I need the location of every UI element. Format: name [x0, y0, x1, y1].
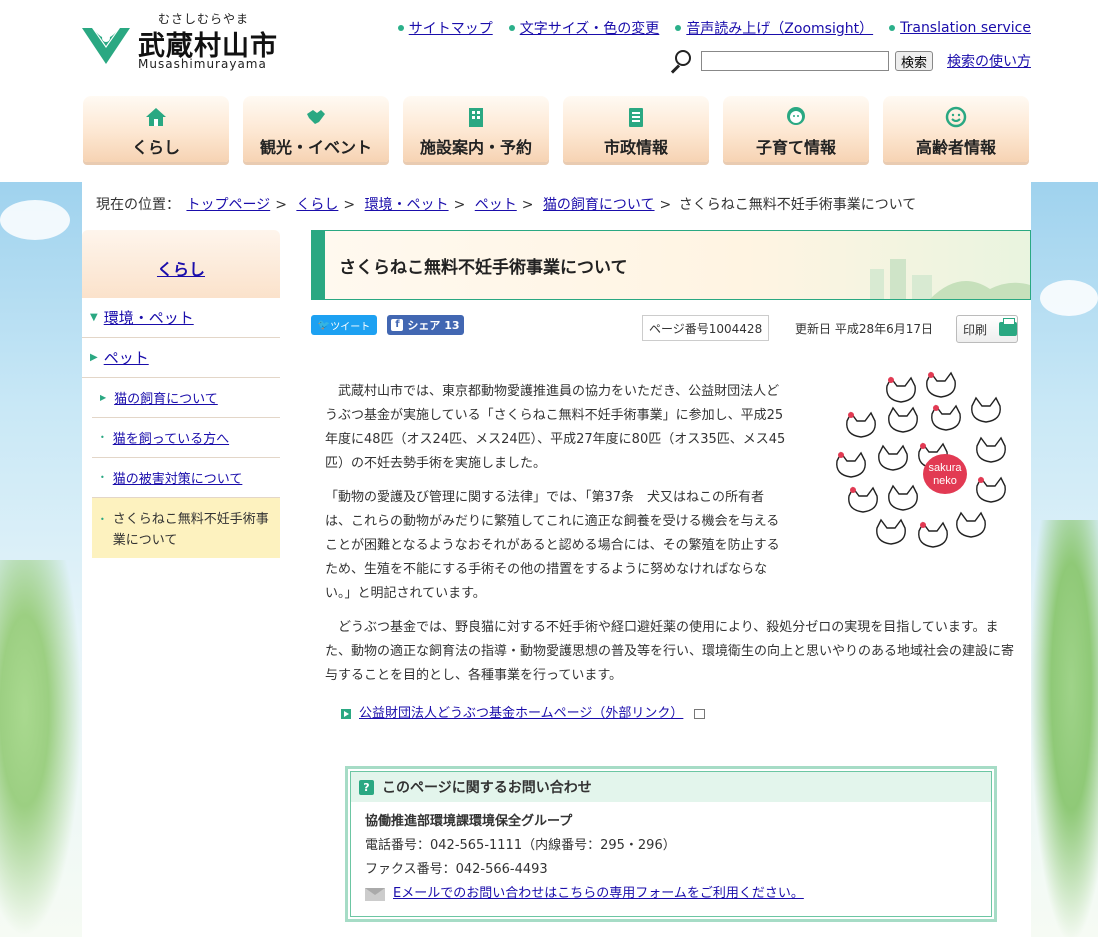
- sakura-neko-illustration: sakura neko: [832, 371, 1012, 552]
- baby-icon: [787, 107, 805, 125]
- nav-shisetsu[interactable]: 施設案内・予約: [403, 96, 549, 162]
- util-link-translation[interactable]: Translation service: [889, 18, 1031, 38]
- breadcrumb-link-kurashi[interactable]: くらし: [296, 197, 338, 213]
- external-link-fund[interactable]: 公益財団法人どうぶつ基金ホームページ（外部リンク）: [359, 702, 683, 726]
- breadcrumb: 現在の位置： トップページ > くらし > 環境・ペット > ペット > 猫の飼育につい…: [96, 197, 917, 213]
- sidebar-heading: くらし: [82, 230, 280, 298]
- nav-koreisha[interactable]: 高齢者情報: [883, 96, 1029, 162]
- utility-links: サイトマップ 文字サイズ・色の変更 音声読み上げ（Zoomsight） Tran…: [397, 18, 1031, 38]
- arrow-right-icon: ▶: [90, 352, 98, 363]
- cloud: [1040, 280, 1098, 316]
- arrow-down-icon: ▼: [90, 312, 98, 323]
- social-buttons: 🐦 ツイート f シェア 13: [311, 315, 464, 335]
- contact-dept: 協働推進部環境課環境保全グループ: [365, 814, 573, 829]
- site-logo[interactable]: むさしむらやま 武蔵村山市 Musashimurayama: [80, 10, 280, 74]
- sidebar-heading-link[interactable]: くらし: [157, 260, 205, 279]
- logo-roman: Musashimurayama: [138, 57, 267, 71]
- sidebar-item-kankyo[interactable]: ▼ 環境・ペット: [82, 298, 280, 338]
- sidebar-subitem-cat-care[interactable]: ▶ 猫の飼育について: [92, 378, 280, 418]
- contact-fax: ファクス番号：042-566-4493: [365, 862, 548, 877]
- main-content: さくらねこ無料不妊手術事業について 🐦 ツイート f シェア 13 ページ番号100…: [311, 230, 1031, 922]
- page-number: ページ番号1004428: [642, 315, 770, 341]
- page-title: さくらねこ無料不妊手術事業について: [311, 230, 1031, 300]
- printer-icon: [999, 318, 1017, 336]
- mail-icon: [365, 887, 385, 901]
- handshake-icon: [307, 110, 325, 124]
- arrow-right-icon: •: [100, 433, 105, 442]
- breadcrumb-current: さくらねこ無料不妊手術事業について: [678, 197, 917, 213]
- sidebar-subitem-current: • さくらねこ無料不妊手術事業について: [92, 498, 280, 558]
- contact-box: ? このページに関するお問い合わせ 協働推進部環境課環境保全グループ 電話番号：…: [345, 766, 997, 922]
- breadcrumb-link-top[interactable]: トップページ: [186, 197, 270, 213]
- search-button[interactable]: 検索: [894, 51, 933, 71]
- bullet-icon: [889, 25, 896, 31]
- nav-kurashi[interactable]: くらし: [83, 96, 229, 162]
- bullet-icon: [397, 25, 404, 31]
- twitter-icon: 🐦: [317, 319, 331, 331]
- sidebar-subitem-cat-damage[interactable]: • 猫の被害対策について: [92, 458, 280, 498]
- nav-kosodate[interactable]: 子育て情報: [723, 96, 869, 162]
- arrow-right-icon: ▶: [100, 393, 107, 402]
- town-illustration: [870, 259, 1030, 299]
- external-link-row: 公益財団法人どうぶつ基金ホームページ（外部リンク）: [341, 702, 1022, 726]
- question-icon: ?: [359, 779, 374, 795]
- print-button[interactable]: 印刷: [956, 315, 1018, 343]
- sidebar-item-pet[interactable]: ▶ ペット: [82, 338, 280, 378]
- paragraph-law: 「動物の愛護及び管理に関する法律」では、「第37条 犬又はねこの所有者は、これら…: [325, 490, 780, 601]
- util-link-font-size[interactable]: 文字サイズ・色の変更: [508, 18, 659, 38]
- nav-kanko-event[interactable]: 観光・イベント: [243, 96, 389, 162]
- site-header: むさしむらやま 武蔵村山市 Musashimurayama サイトマップ 文字サ…: [0, 0, 1098, 182]
- contact-heading: ? このページに関するお問い合わせ: [351, 772, 991, 802]
- background-tree-right: [1031, 520, 1098, 937]
- breadcrumb-link-cat[interactable]: 猫の飼育について: [543, 197, 655, 213]
- external-window-icon: [694, 709, 706, 719]
- contact-mail-row: Eメールでのお問い合わせはこちらの専用フォームをご利用ください。: [365, 882, 977, 906]
- page-body: 現在の位置： トップページ > くらし > 環境・ペット > ペット > 猫の飼育につい…: [82, 182, 1031, 937]
- paragraph-intro: 武蔵村山市では、東京都動物愛護推進員の協力をいただき、公益財団法人どうぶつ基金が…: [325, 384, 786, 471]
- global-nav: くらし 観光・イベント 施設案内・予約 市政情報 子育て情報 高齢者情報: [83, 96, 1029, 162]
- util-link-zoomsight[interactable]: 音声読み上げ（Zoomsight）: [675, 18, 873, 38]
- arrow-right-icon: •: [100, 515, 105, 524]
- contact-mail-link[interactable]: Eメールでのお問い合わせはこちらの専用フォームをご利用ください。: [393, 882, 804, 906]
- cat-badge-line-1: sakura: [928, 462, 962, 474]
- nav-shisei[interactable]: 市政情報: [563, 96, 709, 162]
- building-icon: [469, 108, 483, 127]
- site-search: 検索 検索の使い方: [667, 48, 1031, 74]
- breadcrumb-link-pet[interactable]: ペット: [475, 197, 517, 213]
- paragraph-fund: どうぶつ基金では、野良猫に対する不妊手術や経口避妊薬の使用により、殺処分ゼロの実…: [325, 620, 1015, 683]
- contact-tel: 電話番号：042-565-1111（内線番号：295・296）: [365, 838, 676, 853]
- contact-body: 協働推進部環境課環境保全グループ 電話番号：042-565-1111（内線番号：…: [351, 802, 991, 916]
- updated-date: 更新日 平成28年6月17日: [795, 322, 933, 336]
- link-arrow-icon: [341, 709, 351, 719]
- facebook-icon: f: [391, 319, 404, 331]
- arrow-right-icon: •: [100, 473, 105, 482]
- util-link-sitemap[interactable]: サイトマップ: [397, 18, 493, 38]
- home-icon: [146, 108, 166, 126]
- sidebar: くらし ▼ 環境・ペット ▶ ペット ▶ 猫の飼育について • 猫を飼っている方…: [82, 230, 280, 558]
- document-icon: [629, 108, 643, 127]
- bullet-icon: [675, 25, 682, 31]
- tweet-button[interactable]: 🐦 ツイート: [311, 315, 377, 335]
- search-icon: [667, 48, 695, 74]
- smile-face-icon: [945, 106, 967, 128]
- cloud: [0, 200, 70, 240]
- sidebar-subitem-cat-owners[interactable]: • 猫を飼っている方へ: [92, 418, 280, 458]
- city-emblem-icon: [82, 28, 130, 64]
- search-input[interactable]: [700, 51, 889, 71]
- facebook-share-button[interactable]: f シェア 13: [387, 315, 464, 335]
- search-help-link[interactable]: 検索の使い方: [947, 51, 1031, 71]
- background-tree-left: [0, 560, 82, 937]
- bullet-icon: [508, 25, 515, 31]
- cat-badge-line-2: neko: [933, 475, 957, 487]
- breadcrumb-link-kankyo[interactable]: 環境・ペット: [365, 197, 449, 213]
- article-body: sakura neko 武蔵村山市では、東京都動物愛護推進員の協力をいただき、公…: [325, 371, 1022, 726]
